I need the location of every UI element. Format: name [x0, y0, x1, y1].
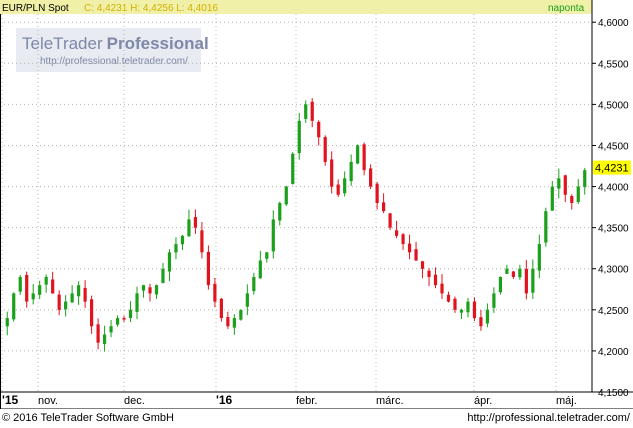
candle: [291, 152, 295, 185]
candlestick-chart: EUR/PLN Spot C: 4,4231 H: 4,4256 L: 4,40…: [0, 0, 633, 428]
watermark-brand: TeleTrader: [22, 34, 103, 53]
watermark-url: http://professional.teletrader.com/: [40, 56, 188, 67]
y-tick-label: 4,3000: [598, 265, 629, 276]
svg-text:TeleTraderProfessional: TeleTrader Professional: [22, 34, 209, 53]
y-tick-label: 4,3500: [598, 224, 629, 235]
x-tick-label: dec.: [124, 395, 145, 407]
header-period: naponta: [548, 3, 585, 14]
y-tick-label: 4,1500: [598, 388, 629, 399]
header-symbol: EUR/PLN Spot: [2, 3, 69, 14]
candle: [544, 207, 548, 247]
watermark-brand-bold: Professional: [107, 34, 209, 53]
x-tick-label: '15: [2, 393, 19, 407]
watermark: TeleTrader Professional http://profession…: [16, 28, 209, 72]
y-tick-label: 4,2000: [598, 347, 629, 358]
candle: [284, 185, 288, 206]
header-ohlc: C: 4,4231 H: 4,4256 L: 4,4016: [84, 3, 218, 14]
footer-copyright: © 2016 TeleTrader Software GmbH: [2, 412, 174, 424]
candle: [12, 292, 16, 322]
candle: [356, 144, 360, 165]
last-price-marker: 4,4231: [593, 160, 631, 175]
x-tick-label: ápr.: [474, 395, 492, 407]
y-tick-label: 4,4000: [598, 183, 629, 194]
y-tick-label: 4,5000: [598, 100, 629, 111]
candle: [498, 276, 502, 295]
footer-url: http://professional.teletrader.com/: [467, 412, 630, 424]
footer: © 2016 TeleTrader Software GmbH http://p…: [0, 409, 633, 428]
x-tick-label: febr.: [296, 395, 317, 407]
x-tick-label: nov.: [38, 395, 58, 407]
y-tick-label: 4,2500: [598, 306, 629, 317]
y-tick-label: 4,4500: [598, 141, 629, 152]
candle: [206, 245, 210, 290]
y-tick-label: 4,6000: [598, 18, 629, 29]
candle: [388, 212, 392, 231]
x-tick-label: máj.: [556, 395, 577, 407]
candle: [239, 309, 243, 321]
last-price-label: 4,4231: [595, 163, 629, 175]
y-tick-label: 4,5500: [598, 59, 629, 70]
x-tick-label: '16: [216, 393, 233, 407]
candle: [323, 135, 327, 166]
x-tick-label: márc.: [376, 395, 404, 407]
